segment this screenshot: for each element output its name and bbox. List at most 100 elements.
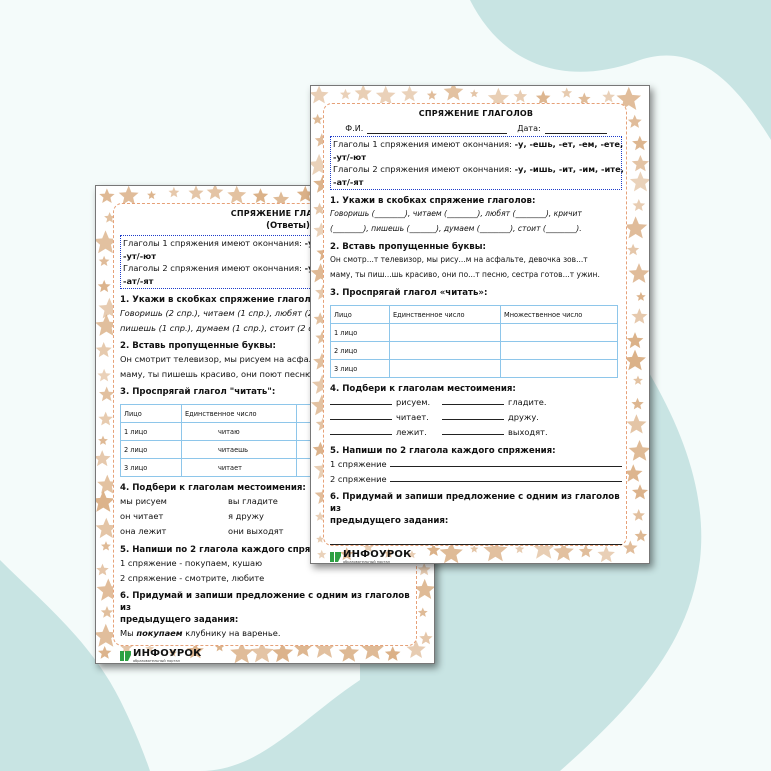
answer-verb: покупаем: [136, 628, 183, 638]
table-header-cell: Единственное число: [389, 305, 501, 324]
pronoun-verb: дружу.: [508, 412, 539, 422]
task2-line: маму, ты пиш...шь красиво, они по...т пе…: [330, 269, 600, 279]
star-shape: [602, 90, 615, 103]
answer-field[interactable]: [389, 457, 622, 467]
pronoun-blank[interactable]: [442, 410, 504, 420]
worksheet-frame: СПРЯЖЕНИЕ ГЛАГОЛОВ Ф.И. Дата: Глаголы 1 …: [323, 103, 627, 563]
star-shape: [317, 549, 327, 559]
pronoun-blank[interactable]: [442, 395, 504, 405]
answer-field[interactable]: [389, 472, 622, 482]
star-shape: [96, 450, 111, 467]
logo-tagline: образовательный портал: [133, 658, 180, 663]
star-shape: [101, 541, 111, 551]
rule2-text: Глаголы 2 спряжения имеют окончания:: [333, 164, 512, 174]
star-shape: [627, 114, 642, 128]
star-shape: [311, 86, 329, 104]
pronoun-blank[interactable]: [330, 395, 392, 405]
pronoun-answer: я дружу: [228, 511, 264, 521]
star-shape: [632, 199, 646, 211]
pronoun-answer: он читает: [120, 511, 164, 521]
logo-icon: [330, 552, 341, 562]
task6-answer: Мы покупаем клубнику на варенье.: [120, 626, 434, 641]
rule2-text: Глаголы 2 спряжения имеют окончания:: [123, 263, 302, 273]
table-cell: 3 лицо: [330, 359, 390, 378]
star-shape: [97, 279, 111, 293]
star-shape: [631, 155, 649, 172]
task5-line: 2 спряжение: [330, 472, 622, 487]
table-cell: читаешь: [181, 440, 297, 459]
rule1-endings-cont: -ут/-ют: [123, 250, 157, 261]
star-shape: [632, 509, 645, 521]
answer-field[interactable]: [330, 535, 622, 545]
star-shape: [354, 86, 372, 101]
star-shape: [633, 375, 643, 385]
star-shape: [628, 263, 649, 283]
star-shape: [98, 646, 112, 659]
star-shape: [624, 349, 646, 371]
rule1-text: Глаголы 1 спряжения имеют окончания:: [123, 238, 302, 248]
task1-line: (________), пишешь (_______), думаем (__…: [330, 223, 582, 233]
table-cell: 1 лицо: [330, 323, 390, 342]
star-shape: [96, 490, 115, 512]
pronoun-blank[interactable]: [330, 410, 392, 420]
task6-title-cont: предыдущего задания:: [120, 615, 239, 625]
pronoun-verb: выходят.: [508, 427, 548, 437]
table-cell: 1 лицо: [120, 422, 182, 441]
star-shape: [634, 529, 648, 542]
blank-worksheet: СПРЯЖЕНИЕ ГЛАГОЛОВ Ф.И. Дата: Глаголы 1 …: [310, 85, 650, 564]
star-shape: [631, 397, 644, 410]
table-cell[interactable]: [500, 323, 618, 342]
star-shape: [96, 342, 112, 358]
table-header-cell: Множественное число: [500, 305, 618, 324]
table-header-cell: Лицо: [330, 305, 390, 324]
table-cell[interactable]: [500, 341, 618, 360]
star-shape: [626, 332, 644, 349]
star-shape: [118, 186, 139, 205]
table-cell[interactable]: [389, 341, 501, 360]
rule-box: Глаголы 1 спряжения имеют окончания: -у,…: [330, 136, 624, 190]
star-shape: [513, 89, 528, 103]
logo-tagline: образовательный портал: [343, 560, 390, 564]
task2-line: Он смотр...т телевизор, мы рису...м на а…: [330, 255, 588, 264]
pronoun-row: лежит. выходят.: [330, 425, 622, 440]
pronoun-blank[interactable]: [442, 425, 504, 435]
task1-title: 1. Укажи в скобках спряжение глаголов:: [330, 196, 536, 206]
star-shape: [100, 606, 114, 618]
table-cell[interactable]: [500, 359, 618, 378]
star-shape: [147, 190, 156, 200]
task3-title: 3. Проспрягай глагол «читать»:: [330, 288, 488, 298]
logo-name: ИНФОУРОК: [133, 647, 202, 659]
star-shape: [99, 188, 115, 203]
worksheet-title: СПРЯЖЕНИЕ ГЛАГОЛОВ: [418, 109, 534, 118]
fio-label: Ф.И.: [345, 124, 364, 133]
table-row: 3 лицо: [330, 359, 618, 378]
table-header-row: Лицо Единственное число Множественное чи…: [330, 305, 618, 324]
table-cell[interactable]: [389, 323, 501, 342]
table-header-cell: Лицо: [120, 404, 182, 423]
star-shape: [632, 484, 648, 500]
table-cell: 3 лицо: [120, 458, 182, 477]
task4-title: 4. Подбери к глаголам местоимения:: [330, 384, 516, 394]
star-shape: [632, 135, 648, 151]
pronoun-answer: мы рисуем: [120, 496, 167, 506]
table-cell[interactable]: [389, 359, 501, 378]
pronoun-verb: читает.: [396, 412, 429, 422]
task6-title: 6. Придумай и запиши предложение с одним…: [330, 492, 620, 514]
star-shape: [98, 435, 108, 445]
task5-label: 2 спряжение: [330, 473, 387, 484]
pronoun-answer: она лежит: [120, 526, 167, 536]
star-shape: [627, 243, 640, 256]
star-shape: [628, 440, 649, 461]
star-shape: [629, 171, 649, 192]
pronoun-blank[interactable]: [330, 425, 392, 435]
fio-field[interactable]: [367, 124, 508, 134]
pronoun-verb: лежит.: [396, 427, 427, 437]
rule1-endings-cont: -ут/-ют: [333, 151, 367, 162]
rule2-endings-cont: -ат/-ят: [333, 176, 364, 187]
answer-text: клубнику на варенье.: [185, 628, 281, 638]
pronoun-answer: вы гладите: [228, 496, 278, 506]
date-field[interactable]: [544, 124, 607, 134]
star-shape: [443, 86, 464, 101]
star-shape: [312, 113, 323, 125]
rule1-text: Глаголы 1 спряжения имеют окончания:: [333, 139, 512, 149]
